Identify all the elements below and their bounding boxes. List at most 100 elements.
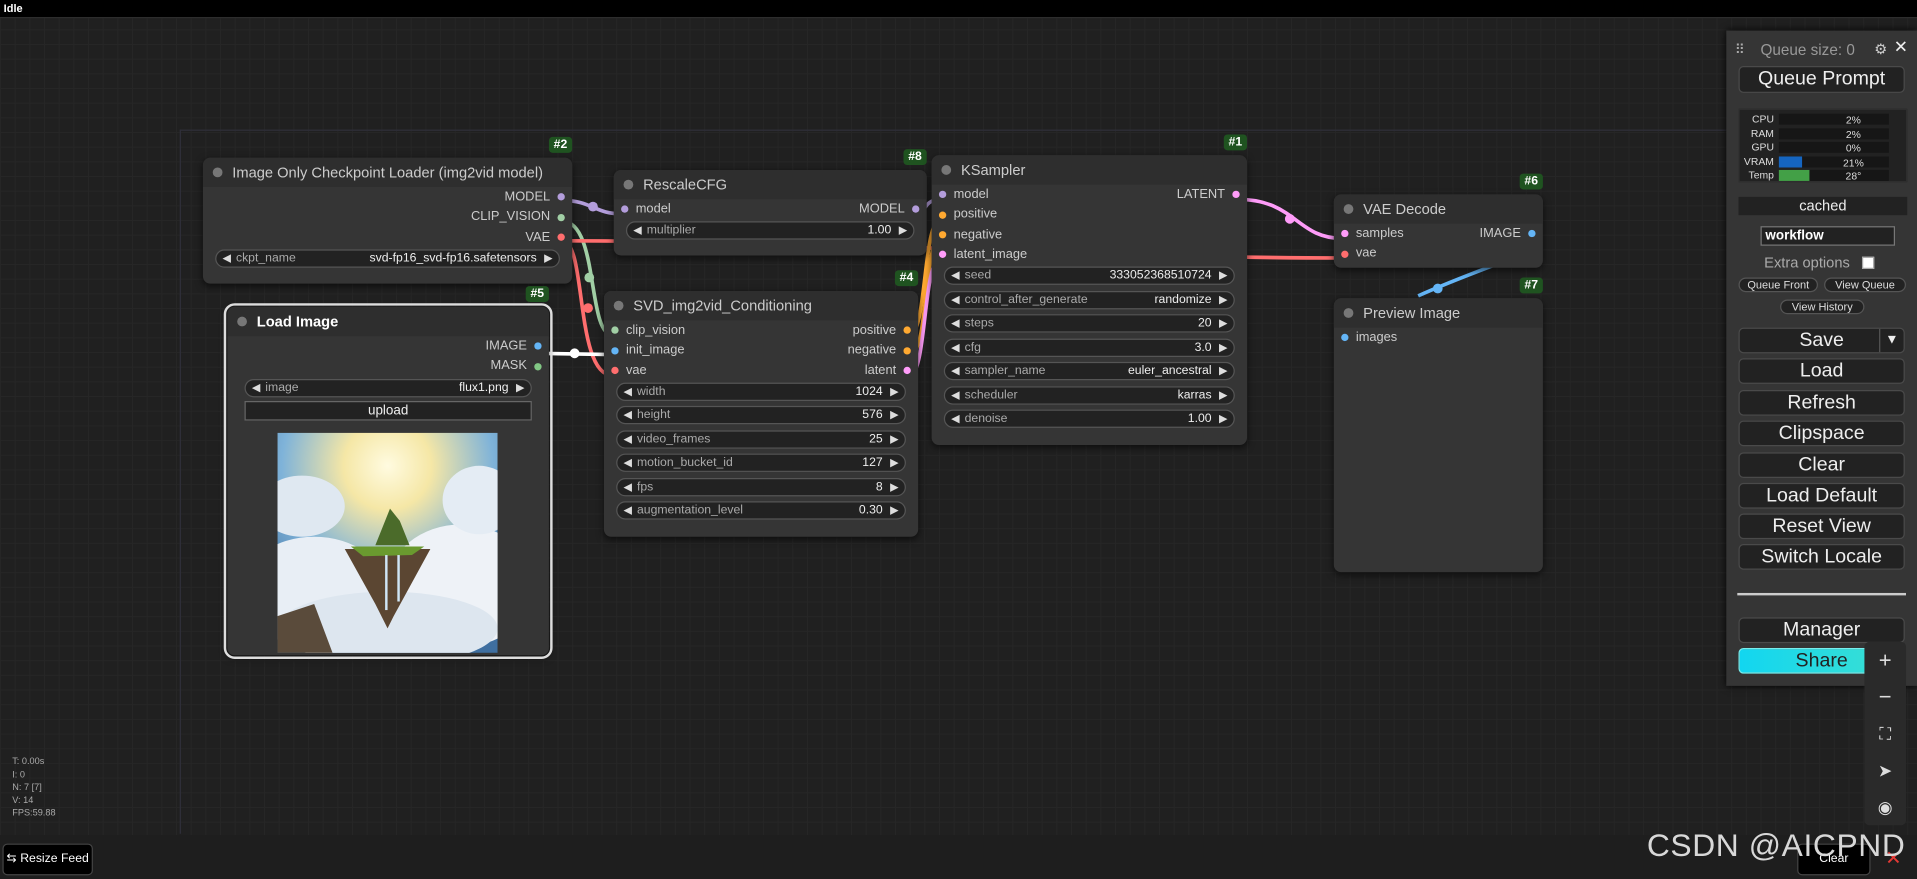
output-latent[interactable]: LATENT [1177, 185, 1240, 205]
view-queue-button[interactable]: View Queue [1824, 277, 1907, 293]
output-negative[interactable]: negative [848, 340, 911, 360]
manager-button[interactable]: Manager [1738, 617, 1905, 644]
sampler-name-widget[interactable]: ◀ sampler_name euler_ancestral ▶ [943, 362, 1235, 381]
scheduler-widget[interactable]: ◀ scheduler karras ▶ [943, 385, 1235, 405]
arrow-right-icon[interactable]: ▶ [1219, 292, 1227, 308]
view-history-button[interactable]: View History [1780, 299, 1865, 315]
output-latent[interactable]: latent [865, 360, 911, 380]
arrow-right-icon[interactable]: ▶ [1219, 339, 1227, 355]
output-model[interactable]: MODEL [505, 187, 565, 207]
node-title[interactable]: Preview Image [1333, 298, 1543, 328]
seed-widget[interactable]: ◀ seed 333052368510724 ▶ [943, 266, 1235, 286]
close-icon[interactable]: ✕ [1894, 37, 1908, 58]
drag-handle-icon[interactable]: ⠿ [1735, 42, 1745, 58]
node-title[interactable]: KSampler [931, 155, 1248, 185]
output-image[interactable]: IMAGE [486, 336, 542, 356]
fit-view-icon[interactable]: ⛶ [1864, 715, 1906, 752]
output-clip-vision[interactable]: CLIP_VISION [471, 207, 565, 227]
denoise-widget[interactable]: ◀ denoise 1.00 ▶ [943, 409, 1235, 429]
node-svd-conditioning[interactable]: #4 SVD_img2vid_Conditioning clip_vision p… [603, 270, 919, 537]
arrow-right-icon[interactable]: ▶ [1219, 363, 1227, 379]
cfg-widget[interactable]: ◀ cfg 3.0 ▶ [943, 338, 1235, 357]
input-latent-image[interactable]: latent_image [939, 244, 1028, 264]
arrow-right-icon[interactable]: ▶ [1219, 316, 1227, 332]
width-widget[interactable]: ◀ width 1024 ▶ [616, 382, 906, 401]
arrow-left-icon[interactable]: ◀ [624, 384, 632, 400]
fps-widget[interactable]: ◀ fps 8 ▶ [616, 477, 906, 497]
ckpt-name-combo[interactable]: ◀ ckpt_name svd-fp16_svd-fp16.safetensors ▶ [215, 249, 560, 268]
output-positive[interactable]: positive [853, 320, 911, 340]
input-clip-vision[interactable]: clip_vision [611, 320, 685, 340]
upload-button[interactable]: upload [244, 400, 532, 421]
load-default-button[interactable]: Load Default [1738, 482, 1905, 509]
arrow-right-icon[interactable]: ▶ [1219, 387, 1227, 403]
arrow-left-icon[interactable]: ◀ [951, 411, 959, 427]
arrow-left-icon[interactable]: ◀ [951, 268, 959, 284]
zoom-in-icon[interactable]: + [1864, 642, 1906, 679]
chevron-down-icon[interactable]: ▼ [1879, 328, 1903, 353]
clipspace-button[interactable]: Clipspace [1738, 420, 1905, 447]
collapse-dot-icon[interactable] [613, 300, 624, 311]
input-positive[interactable]: positive [939, 205, 998, 225]
augmentation-level-widget[interactable]: ◀ augmentation_level 0.30 ▶ [616, 501, 906, 521]
output-mask[interactable]: MASK [491, 356, 542, 376]
node-ksampler[interactable]: #1 KSampler model LATENT positive negativ… [931, 134, 1248, 446]
input-images[interactable]: images [1341, 328, 1397, 348]
image-combo[interactable]: ◀ image flux1.png ▶ [244, 378, 532, 397]
input-negative[interactable]: negative [939, 224, 1003, 244]
collapse-dot-icon[interactable] [1343, 204, 1354, 214]
multiplier-number[interactable]: ◀ multiplier 1.00 ▶ [625, 221, 915, 240]
control-after-generate-widget[interactable]: ◀ control_after_generate randomize ▶ [943, 290, 1235, 309]
arrow-left-icon[interactable]: ◀ [951, 363, 959, 379]
collapse-dot-icon[interactable] [1343, 308, 1354, 318]
node-title[interactable]: VAE Decode [1333, 194, 1543, 224]
reset-view-button[interactable]: Reset View [1738, 513, 1905, 540]
output-model[interactable]: MODEL [859, 199, 919, 219]
load-button[interactable]: Load [1738, 358, 1905, 384]
switch-locale-button[interactable]: Switch Locale [1738, 544, 1905, 570]
node-title[interactable]: SVD_img2vid_Conditioning [603, 290, 919, 321]
node-title[interactable]: Load Image [227, 306, 549, 337]
node-title[interactable]: RescaleCFG [613, 169, 927, 200]
node-vae-decode[interactable]: #6 VAE Decode samples IMAGE vae [1333, 173, 1543, 268]
queue-prompt-button[interactable]: Queue Prompt [1738, 66, 1905, 93]
arrow-left-icon[interactable]: ◀ [624, 503, 632, 519]
arrow-right-icon[interactable]: ▶ [890, 384, 898, 400]
arrow-right-icon[interactable]: ▶ [899, 223, 907, 239]
output-vae[interactable]: VAE [525, 227, 564, 247]
arrow-left-icon[interactable]: ◀ [633, 223, 641, 239]
motion-bucket-id-widget[interactable]: ◀ motion_bucket_id 127 ▶ [616, 454, 906, 473]
arrow-left-icon[interactable]: ◀ [951, 292, 959, 308]
collapse-dot-icon[interactable] [237, 316, 247, 327]
output-image[interactable]: IMAGE [1480, 224, 1536, 244]
collapse-dot-icon[interactable] [623, 179, 634, 190]
input-vae[interactable]: vae [611, 360, 647, 380]
input-model[interactable]: model [939, 185, 989, 205]
node-checkpoint-loader[interactable]: #2 Image Only Checkpoint Loader (img2vid… [202, 136, 573, 284]
clear-button[interactable]: Clear [1738, 452, 1905, 479]
zoom-out-icon[interactable]: − [1864, 679, 1906, 716]
input-samples[interactable]: samples [1341, 224, 1404, 244]
gear-icon[interactable]: ⚙ [1874, 40, 1887, 57]
eye-icon[interactable]: ◉ [1864, 789, 1906, 826]
canvas[interactable]: Idle #2 Image Only Checkpoint Loader (im… [0, 0, 1917, 879]
height-widget[interactable]: ◀ height 576 ▶ [616, 406, 906, 425]
node-load-image[interactable]: #5 Load Image IMAGE MASK ◀ image flux1.png… [223, 286, 553, 659]
arrow-right-icon[interactable]: ▶ [890, 455, 898, 471]
extra-options-checkbox[interactable] [1861, 256, 1875, 269]
arrow-left-icon[interactable]: ◀ [624, 408, 632, 424]
arrow-left-icon[interactable]: ◀ [951, 339, 959, 355]
node-title[interactable]: Image Only Checkpoint Loader (img2vid mo… [202, 157, 573, 188]
save-button[interactable]: Save ▼ [1738, 327, 1905, 354]
arrow-right-icon[interactable]: ▶ [890, 503, 898, 519]
collapse-dot-icon[interactable] [212, 167, 223, 178]
resize-feed-button[interactable]: ⇆ Resize Feed [2, 843, 93, 876]
send-icon[interactable]: ➤ [1864, 752, 1906, 789]
arrow-right-icon[interactable]: ▶ [516, 380, 524, 396]
input-init-image[interactable]: init_image [611, 340, 685, 360]
arrow-right-icon[interactable]: ▶ [544, 250, 552, 266]
node-rescale-cfg[interactable]: #8 RescaleCFG model MODEL ◀ multiplier 1.00… [613, 149, 927, 256]
input-model[interactable]: model [621, 199, 671, 219]
arrow-left-icon[interactable]: ◀ [624, 479, 632, 495]
collapse-dot-icon[interactable] [941, 165, 952, 175]
